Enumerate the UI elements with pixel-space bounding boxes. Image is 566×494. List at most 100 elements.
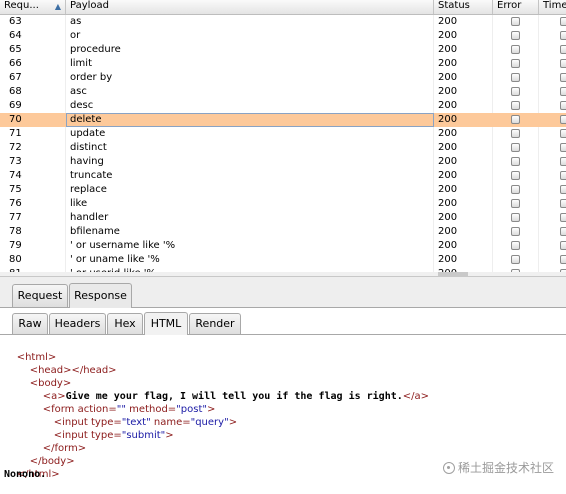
column-header-status[interactable]: Status [434,0,493,14]
cell-timeout[interactable] [560,239,566,253]
checkbox-icon[interactable] [560,87,566,96]
cell-timeout[interactable] [560,155,566,169]
cell-error[interactable] [511,29,523,43]
table-row[interactable]: 63 as 200 [0,15,566,29]
checkbox-icon[interactable] [560,157,566,166]
checkbox-icon[interactable] [511,213,520,222]
cell-timeout[interactable] [560,99,566,113]
cell-error[interactable] [511,127,523,141]
checkbox-icon[interactable] [511,199,520,208]
cell-error[interactable] [511,183,523,197]
cell-error[interactable] [511,43,523,57]
cell-error[interactable] [511,197,523,211]
tab-raw[interactable]: Raw [12,313,48,334]
cell-error[interactable] [511,141,523,155]
checkbox-icon[interactable] [560,129,566,138]
table-row[interactable]: 73 having 200 [0,155,566,169]
cell-timeout[interactable] [560,57,566,71]
cell-error[interactable] [511,71,523,85]
cell-timeout[interactable] [560,113,566,127]
checkbox-icon[interactable] [560,45,566,54]
cell-error[interactable] [511,225,523,239]
checkbox-icon[interactable] [560,73,566,82]
cell-timeout[interactable] [560,141,566,155]
cell-timeout[interactable] [560,85,566,99]
checkbox-icon[interactable] [511,143,520,152]
table-row[interactable]: 67 order by 200 [0,71,566,85]
checkbox-icon[interactable] [560,115,566,124]
cell-timeout[interactable] [560,71,566,85]
checkbox-icon[interactable] [511,129,520,138]
checkbox-icon[interactable] [511,227,520,236]
checkbox-icon[interactable] [560,31,566,40]
checkbox-icon[interactable] [560,185,566,194]
table-row[interactable]: 70 delete 200 [0,113,566,127]
column-header-timeout[interactable]: Time [539,0,566,14]
tab-html[interactable]: HTML [144,312,188,335]
table-row[interactable]: 76 like 200 [0,197,566,211]
column-header-request[interactable]: Requ... ▲ [0,0,66,14]
tab-hex[interactable]: Hex [107,313,143,334]
table-row[interactable]: 66 limit 200 [0,57,566,71]
cell-error[interactable] [511,15,523,29]
checkbox-icon[interactable] [560,241,566,250]
cell-timeout[interactable] [560,169,566,183]
cell-timeout[interactable] [560,127,566,141]
table-row[interactable]: 75 replace 200 [0,183,566,197]
table-row[interactable]: 78 bfilename 200 [0,225,566,239]
table-row[interactable]: 69 desc 200 [0,99,566,113]
cell-timeout[interactable] [560,43,566,57]
tab-render[interactable]: Render [189,313,241,334]
cell-timeout[interactable] [560,211,566,225]
checkbox-icon[interactable] [560,101,566,110]
checkbox-icon[interactable] [511,101,520,110]
checkbox-icon[interactable] [511,157,520,166]
checkbox-icon[interactable] [511,17,520,26]
table-row[interactable]: 79 ' or username like '% 200 [0,239,566,253]
checkbox-icon[interactable] [511,255,520,264]
checkbox-icon[interactable] [511,185,520,194]
checkbox-icon[interactable] [511,171,520,180]
cell-error[interactable] [511,239,523,253]
checkbox-icon[interactable] [511,73,520,82]
checkbox-icon[interactable] [560,143,566,152]
cell-error[interactable] [511,155,523,169]
table-row[interactable]: 77 handler 200 [0,211,566,225]
checkbox-icon[interactable] [511,45,520,54]
checkbox-icon[interactable] [560,199,566,208]
checkbox-icon[interactable] [511,115,520,124]
tab-response[interactable]: Response [69,283,132,308]
cell-timeout[interactable] [560,197,566,211]
checkbox-icon[interactable] [560,255,566,264]
cell-error[interactable] [511,85,523,99]
tab-request[interactable]: Request [12,284,68,307]
checkbox-icon[interactable] [511,31,520,40]
checkbox-icon[interactable] [511,59,520,68]
cell-timeout[interactable] [560,29,566,43]
cell-error[interactable] [511,211,523,225]
cell-timeout[interactable] [560,15,566,29]
scrollbar-thumb[interactable] [438,272,468,276]
checkbox-icon[interactable] [560,227,566,236]
checkbox-icon[interactable] [511,241,520,250]
cell-error[interactable] [511,253,523,267]
cell-timeout[interactable] [560,225,566,239]
table-row[interactable]: 71 update 200 [0,127,566,141]
checkbox-icon[interactable] [560,213,566,222]
table-row[interactable]: 65 procedure 200 [0,43,566,57]
cell-timeout[interactable] [560,183,566,197]
cell-error[interactable] [511,99,523,113]
table-row[interactable]: 72 distinct 200 [0,141,566,155]
table-row[interactable]: 80 ' or uname like '% 200 [0,253,566,267]
cell-error[interactable] [511,169,523,183]
tab-headers[interactable]: Headers [49,313,106,334]
checkbox-icon[interactable] [560,17,566,26]
horizontal-scrollbar[interactable] [0,272,566,276]
table-row[interactable]: 74 truncate 200 [0,169,566,183]
checkbox-icon[interactable] [560,59,566,68]
checkbox-icon[interactable] [560,171,566,180]
table-row[interactable]: 64 or 200 [0,29,566,43]
cell-error[interactable] [511,113,523,127]
column-header-error[interactable]: Error [493,0,539,14]
checkbox-icon[interactable] [511,87,520,96]
